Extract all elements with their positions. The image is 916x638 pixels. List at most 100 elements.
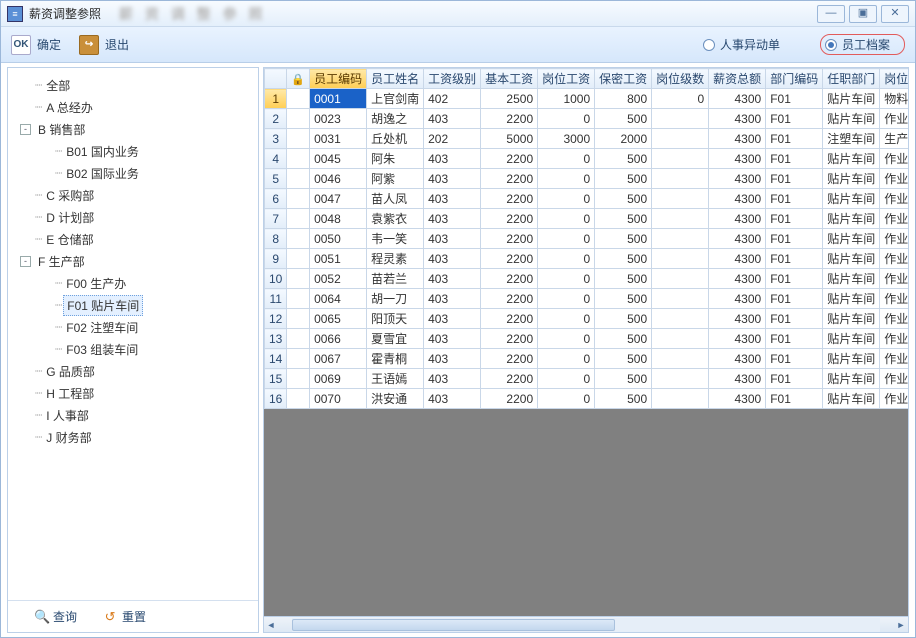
cell-dept[interactable]: F01 xyxy=(766,249,823,269)
minimize-button[interactable]: — xyxy=(817,5,845,23)
cell-code[interactable]: 0023 xyxy=(310,109,367,129)
cell-total[interactable]: 4300 xyxy=(709,369,766,389)
cell-name[interactable]: 上官剑南 xyxy=(367,89,424,109)
cell-base[interactable]: 2200 xyxy=(481,149,538,169)
cell-grade[interactable]: 403 xyxy=(424,289,481,309)
cell-job[interactable]: 贴片车间 xyxy=(823,329,880,349)
cell-sec[interactable]: 500 xyxy=(595,269,652,289)
query-button[interactable]: 🔍 查询 xyxy=(34,608,77,625)
cell-total[interactable]: 4300 xyxy=(709,329,766,349)
cell-dept[interactable]: F01 xyxy=(766,269,823,289)
cell-dept[interactable]: F01 xyxy=(766,129,823,149)
cell-grade[interactable]: 403 xyxy=(424,269,481,289)
cell-post[interactable]: 0 xyxy=(538,229,595,249)
cell-total[interactable]: 4300 xyxy=(709,89,766,109)
cell-total[interactable]: 4300 xyxy=(709,149,766,169)
cell-dept[interactable]: F01 xyxy=(766,109,823,129)
cell-post[interactable]: 0 xyxy=(538,289,595,309)
tree-node[interactable]: -F 生产部 xyxy=(12,250,254,272)
row-number-cell[interactable]: 12 xyxy=(265,309,287,329)
cell-code[interactable]: 0052 xyxy=(310,269,367,289)
cell-job[interactable]: 贴片车间 xyxy=(823,309,880,329)
cell-pos[interactable]: 作业 xyxy=(880,249,908,269)
cell-total[interactable]: 4300 xyxy=(709,129,766,149)
titlebar[interactable]: ≡ 薪资调整参照 薪 资 调 整 参 照 — ▣ ✕ xyxy=(1,1,915,27)
cell-total[interactable]: 4300 xyxy=(709,189,766,209)
cell-dept[interactable]: F01 xyxy=(766,149,823,169)
tree-node[interactable]: ┈C 采购部 xyxy=(12,184,254,206)
scroll-thumb[interactable] xyxy=(292,619,615,631)
cell-sec[interactable]: 500 xyxy=(595,329,652,349)
cell-post[interactable]: 0 xyxy=(538,309,595,329)
cell-grade[interactable]: 403 xyxy=(424,329,481,349)
cell-base[interactable]: 2200 xyxy=(481,169,538,189)
cell-job[interactable]: 贴片车间 xyxy=(823,349,880,369)
cell-lvl[interactable]: 0 xyxy=(652,89,709,109)
cell-post[interactable]: 1000 xyxy=(538,89,595,109)
row-number-cell[interactable]: 1 xyxy=(265,89,287,109)
tree-node[interactable]: ┈H 工程部 xyxy=(12,382,254,404)
table-row[interactable]: 40045阿朱403220005004300F01贴片车间作业 xyxy=(265,149,909,169)
cell-post[interactable]: 0 xyxy=(538,269,595,289)
cell-name[interactable]: 胡逸之 xyxy=(367,109,424,129)
cell-total[interactable]: 4300 xyxy=(709,269,766,289)
cell-pos[interactable]: 作业 xyxy=(880,329,908,349)
tree-node[interactable]: ┈F03 组装车间 xyxy=(12,338,254,360)
cell-grade[interactable]: 403 xyxy=(424,209,481,229)
tree-node[interactable]: ┈全部 xyxy=(12,74,254,96)
cell-lvl[interactable] xyxy=(652,209,709,229)
cell-sec[interactable]: 500 xyxy=(595,189,652,209)
cell-pos[interactable]: 作业 xyxy=(880,269,908,289)
cell-base[interactable]: 2200 xyxy=(481,349,538,369)
row-number-cell[interactable]: 14 xyxy=(265,349,287,369)
row-number-cell[interactable]: 16 xyxy=(265,389,287,409)
row-number-cell[interactable]: 4 xyxy=(265,149,287,169)
cell-dept[interactable]: F01 xyxy=(766,229,823,249)
cell-base[interactable]: 2200 xyxy=(481,289,538,309)
grid-scroll[interactable]: 🔒员工编码员工姓名工资级别基本工资岗位工资保密工资岗位级数薪资总额部门编码任职部… xyxy=(264,68,908,616)
employee-grid[interactable]: 🔒员工编码员工姓名工资级别基本工资岗位工资保密工资岗位级数薪资总额部门编码任职部… xyxy=(264,68,908,409)
cell-job[interactable]: 贴片车间 xyxy=(823,229,880,249)
column-header-lvl[interactable]: 岗位级数 xyxy=(652,69,709,89)
column-header-grade[interactable]: 工资级别 xyxy=(424,69,481,89)
cell-dept[interactable]: F01 xyxy=(766,209,823,229)
table-row[interactable]: 20023胡逸之403220005004300F01贴片车间作业 xyxy=(265,109,909,129)
cell-lvl[interactable] xyxy=(652,249,709,269)
cell-pos[interactable]: 作业 xyxy=(880,209,908,229)
cell-dept[interactable]: F01 xyxy=(766,329,823,349)
cell-pos[interactable]: 物料 xyxy=(880,89,908,109)
column-header-total[interactable]: 薪资总额 xyxy=(709,69,766,89)
cell-grade[interactable]: 403 xyxy=(424,249,481,269)
tree-node[interactable]: ┈F00 生产办 xyxy=(12,272,254,294)
cell-sec[interactable]: 500 xyxy=(595,169,652,189)
cell-post[interactable]: 0 xyxy=(538,329,595,349)
cell-job[interactable]: 贴片车间 xyxy=(823,209,880,229)
cell-dept[interactable]: F01 xyxy=(766,389,823,409)
collapse-icon[interactable]: - xyxy=(20,124,31,135)
cell-dept[interactable]: F01 xyxy=(766,169,823,189)
cell-grade[interactable]: 403 xyxy=(424,349,481,369)
cell-name[interactable]: 阿紫 xyxy=(367,169,424,189)
cell-lvl[interactable] xyxy=(652,369,709,389)
cell-job[interactable]: 贴片车间 xyxy=(823,149,880,169)
cell-job[interactable]: 贴片车间 xyxy=(823,289,880,309)
cell-base[interactable]: 2200 xyxy=(481,309,538,329)
table-row[interactable]: 80050韦一笑403220005004300F01贴片车间作业 xyxy=(265,229,909,249)
cell-base[interactable]: 2200 xyxy=(481,269,538,289)
cell-grade[interactable]: 403 xyxy=(424,149,481,169)
cell-total[interactable]: 4300 xyxy=(709,389,766,409)
cell-base[interactable]: 2500 xyxy=(481,89,538,109)
cell-job[interactable]: 注塑车间 xyxy=(823,129,880,149)
cell-total[interactable]: 4300 xyxy=(709,229,766,249)
cell-post[interactable]: 0 xyxy=(538,109,595,129)
cell-job[interactable]: 贴片车间 xyxy=(823,369,880,389)
cell-code[interactable]: 0031 xyxy=(310,129,367,149)
column-header-name[interactable]: 员工姓名 xyxy=(367,69,424,89)
scroll-left-icon[interactable]: ◄ xyxy=(264,620,278,630)
cell-name[interactable]: 洪安通 xyxy=(367,389,424,409)
cell-post[interactable]: 0 xyxy=(538,209,595,229)
cell-post[interactable]: 0 xyxy=(538,149,595,169)
cell-code[interactable]: 0001 xyxy=(310,89,367,109)
radio-employee-profile[interactable]: 员工档案 xyxy=(825,36,890,53)
cell-sec[interactable]: 2000 xyxy=(595,129,652,149)
